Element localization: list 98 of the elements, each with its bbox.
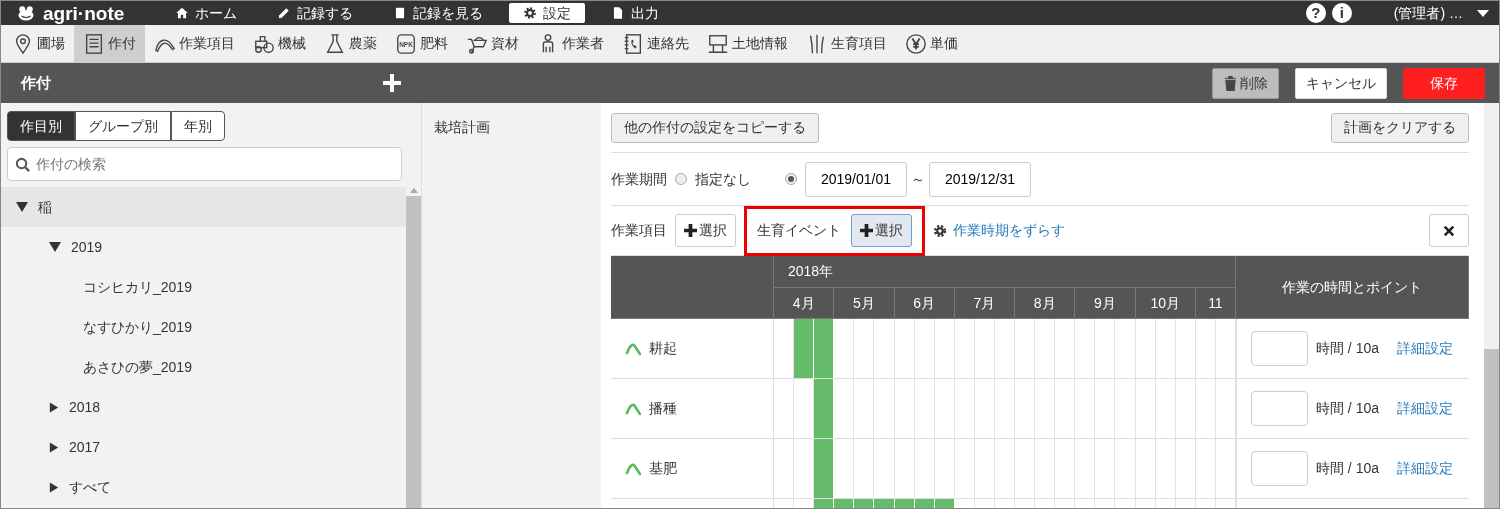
shift-link[interactable]: 作業時期をずらす bbox=[953, 220, 1065, 241]
close-button[interactable] bbox=[1429, 214, 1469, 247]
settings-tab[interactable]: 作業項目 bbox=[145, 25, 244, 62]
settings-tab[interactable]: 単価 bbox=[896, 25, 967, 62]
nav-tab[interactable]: ホーム bbox=[161, 3, 251, 23]
signboard-icon bbox=[707, 32, 729, 55]
collapsed-triangle-icon bbox=[49, 441, 59, 453]
settings-tab[interactable]: 生育項目 bbox=[797, 25, 896, 62]
column-header: 作業の時間とポイント bbox=[1282, 277, 1422, 297]
yen-coin-icon bbox=[905, 32, 927, 55]
filter-tab[interactable]: 作目別 bbox=[7, 111, 75, 141]
month-header: 11 bbox=[1208, 293, 1223, 313]
settings-tab[interactable]: 圃場 bbox=[3, 25, 74, 62]
date-field[interactable]: 2019/01/01 bbox=[805, 161, 907, 197]
plus-icon bbox=[860, 224, 873, 237]
detail-settings-link[interactable]: 詳細設定 bbox=[1397, 398, 1453, 419]
cancel-button[interactable]: キャンセル bbox=[1295, 67, 1387, 99]
close-icon bbox=[1443, 224, 1455, 237]
scroll-up-icon bbox=[408, 187, 419, 194]
task-name: 耕起 bbox=[649, 339, 677, 358]
month-header: 4月 bbox=[792, 293, 815, 313]
radio-button[interactable] bbox=[785, 173, 797, 185]
tree-item[interactable]: 2017 bbox=[1, 427, 406, 467]
logo-text: agri·note bbox=[43, 3, 125, 23]
tree-item[interactable]: なすひかり_2019 bbox=[1, 307, 406, 347]
save-button[interactable]: 保存 bbox=[1403, 67, 1485, 99]
add-icon bbox=[383, 74, 401, 92]
settings-tab[interactable]: 資材 bbox=[457, 25, 528, 62]
document-icon bbox=[611, 6, 625, 20]
help-icon[interactable]: ? bbox=[1305, 3, 1326, 23]
month-header: 7月 bbox=[973, 293, 996, 313]
date-field[interactable]: 2019/12/31 bbox=[929, 161, 1031, 197]
month-header: 8月 bbox=[1033, 293, 1056, 313]
hours-field[interactable] bbox=[1251, 451, 1308, 486]
tree-item[interactable]: 2018 bbox=[1, 387, 406, 427]
nav-tab[interactable]: 設定 bbox=[509, 3, 585, 23]
info-icon[interactable]: i bbox=[1331, 3, 1352, 23]
settings-tab[interactable]: 土地情報 bbox=[698, 25, 797, 62]
expanded-triangle-icon bbox=[49, 241, 61, 253]
phone-book-icon bbox=[622, 32, 644, 55]
tree-item[interactable]: すべて bbox=[1, 467, 406, 507]
flask-icon bbox=[324, 32, 346, 55]
tree-item[interactable]: コシヒカリ_2019 bbox=[1, 267, 406, 307]
tree-item[interactable]: 稲 bbox=[1, 187, 406, 227]
month-header: 9月 bbox=[1094, 293, 1116, 313]
copy-settings-button[interactable]: 他の作付の設定をコピーする bbox=[611, 112, 819, 143]
hours-field[interactable] bbox=[1251, 331, 1308, 366]
select-button[interactable]: 選択 bbox=[675, 214, 736, 247]
delete-button[interactable]: 削除 bbox=[1212, 67, 1279, 99]
trash-icon bbox=[1223, 74, 1238, 92]
pencil-icon bbox=[277, 6, 291, 20]
user-name[interactable]: (管理者) … bbox=[1393, 2, 1463, 24]
settings-tab[interactable]: 作付 bbox=[74, 25, 145, 62]
nav-tab[interactable]: 出力 bbox=[597, 3, 673, 23]
nav-tab[interactable]: 記録を見る bbox=[379, 3, 497, 23]
page-title: 作付 bbox=[21, 72, 51, 93]
unit-label: 時間 / 10a bbox=[1316, 459, 1379, 478]
settings-tab[interactable]: 連絡先 bbox=[613, 25, 698, 62]
field-label: 作業期間 bbox=[611, 169, 667, 189]
plus-icon bbox=[684, 224, 697, 237]
range-separator: ～ bbox=[911, 169, 925, 189]
field-label: 作業項目 bbox=[611, 221, 667, 240]
section-label: 栽培計画 bbox=[434, 119, 490, 135]
nav-tab[interactable]: 記録する bbox=[263, 3, 367, 23]
field-label: 生育イベント bbox=[757, 221, 841, 240]
radio-label: 指定なし bbox=[695, 169, 751, 189]
settings-tab[interactable]: 機械 bbox=[244, 25, 315, 62]
detail-settings-link[interactable]: 詳細設定 bbox=[1397, 458, 1453, 479]
tree-item[interactable]: 2019 bbox=[1, 227, 406, 267]
detail-settings-link[interactable]: 詳細設定 bbox=[1397, 338, 1453, 359]
settings-tab[interactable]: 作業者 bbox=[528, 25, 613, 62]
expanded-triangle-icon bbox=[16, 201, 28, 213]
month-header: 6月 bbox=[913, 293, 936, 313]
settings-icon bbox=[933, 223, 947, 238]
collapsed-triangle-icon bbox=[49, 401, 59, 413]
select-button[interactable]: 選択 bbox=[851, 214, 912, 247]
notepad-icon bbox=[83, 32, 105, 55]
month-header: 5月 bbox=[853, 293, 875, 313]
scrollbar[interactable] bbox=[1484, 103, 1499, 508]
filter-tab[interactable]: グループ別 bbox=[75, 111, 171, 141]
search-field[interactable]: 作付の検索 bbox=[7, 147, 402, 181]
home-icon bbox=[175, 6, 189, 20]
clear-plan-button[interactable]: 計画をクリアする bbox=[1331, 112, 1469, 143]
settings-icon bbox=[523, 6, 537, 20]
hours-field[interactable] bbox=[1251, 391, 1308, 426]
collapsed-triangle-icon bbox=[49, 481, 59, 493]
search-icon bbox=[15, 157, 30, 172]
unit-label: 時間 / 10a bbox=[1316, 399, 1379, 418]
tree-item[interactable]: あさひの夢_2019 bbox=[1, 347, 406, 387]
unit-label: 時間 / 10a bbox=[1316, 339, 1379, 358]
month-header: 10月 bbox=[1150, 293, 1180, 313]
task-name: 基肥 bbox=[649, 459, 677, 478]
settings-tab[interactable]: 農薬 bbox=[315, 25, 386, 62]
book-icon bbox=[393, 6, 407, 20]
year-header: 2018年 bbox=[788, 262, 834, 281]
radio-button[interactable] bbox=[675, 173, 687, 185]
task-name: 播種 bbox=[649, 399, 677, 418]
filter-tab[interactable]: 年別 bbox=[171, 111, 225, 141]
